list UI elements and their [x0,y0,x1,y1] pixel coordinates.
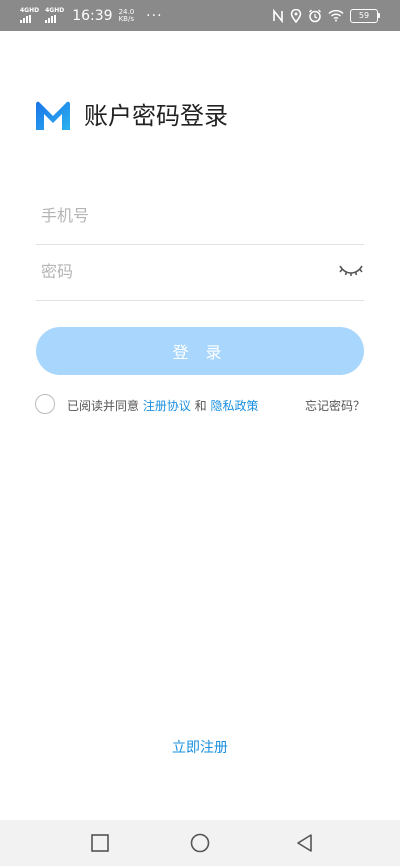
wifi-icon [328,9,344,22]
battery-icon: 59 [350,8,380,23]
speed-unit: KB/s [118,14,134,23]
password-field-row [36,244,364,301]
location-icon [290,8,302,23]
network-speed: 24.0 KB/s [118,8,135,23]
more-notifications-icon: ··· [146,7,163,24]
network-label-2: 4GHD [45,7,65,14]
clock: 16:39 [72,7,113,24]
page-title: 账户密码登录 [84,102,228,130]
eye-closed-icon[interactable] [338,262,364,278]
forgot-password-link[interactable]: 忘记密码？ [305,397,365,414]
password-input[interactable] [41,244,331,298]
app-logo-icon [36,101,70,130]
nfc-icon [273,8,283,23]
agreement-row: 已阅读并同意 注册协议 和 隐私政策 忘记密码？ [35,394,365,416]
home-icon[interactable] [190,833,210,853]
signal-icon-1: 4GHD [20,8,39,23]
phone-input[interactable] [41,188,331,242]
back-icon[interactable] [295,833,315,853]
network-label-1: 4GHD [20,7,40,14]
terms-link[interactable]: 注册协议 [143,399,191,413]
signal-icon-2: 4GHD [45,8,64,23]
phone-field-row [36,188,364,245]
navigation-bar [0,820,400,866]
agreement-prefix: 已阅读并同意 [67,399,143,413]
register-link[interactable]: 立即注册 [0,737,400,757]
agreement-and: 和 [190,399,211,413]
battery-level: 59 [358,11,370,20]
agree-checkbox[interactable] [35,394,55,414]
privacy-link[interactable]: 隐私政策 [210,399,258,413]
recent-apps-icon[interactable] [90,833,110,853]
status-bar: 4GHD 4GHD 16:39 24.0 KB/s ··· 59 [0,0,400,31]
alarm-icon [309,9,321,22]
login-button[interactable]: 登 录 [36,327,364,375]
agreement-text: 已阅读并同意 注册协议 和 隐私政策 [67,397,259,414]
